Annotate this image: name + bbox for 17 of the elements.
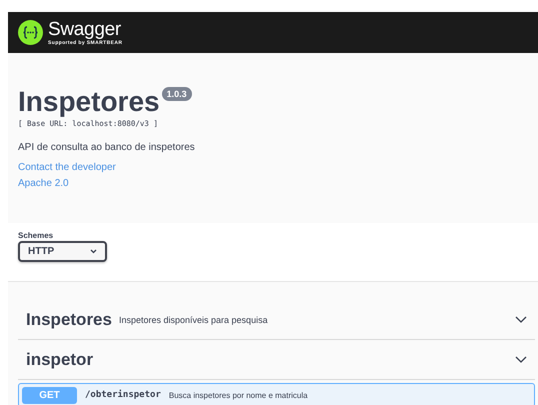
operation-summary: Busca inspetores por nome e matricula (168, 390, 308, 400)
tag-name[interactable]: Inspetores (26, 310, 112, 330)
version-badge: 1.0.3 (162, 87, 192, 101)
tag-description: Inspetores disponíveis para pesquisa (118, 314, 269, 324)
brand-name: Swagger (48, 20, 122, 40)
tag-name[interactable]: inspetor (26, 350, 94, 370)
schemes-label: Schemes (18, 231, 54, 240)
operation-path: /obterinspetor (85, 390, 161, 400)
api-title: Inspetores (18, 87, 160, 117)
chevron-icon[interactable] (515, 316, 527, 323)
api-description: API de consulta ao banco de inspetores (18, 142, 195, 153)
caret-icon (90, 249, 97, 254)
operation-row[interactable]: GET /obterinspetor Busca inspetores por nome e matricula (18, 383, 535, 405)
method-badge: GET (22, 386, 77, 404)
schemes-select[interactable]: HTTP (18, 241, 107, 262)
logo-icon (18, 20, 43, 45)
chevron-icon[interactable] (515, 356, 527, 363)
